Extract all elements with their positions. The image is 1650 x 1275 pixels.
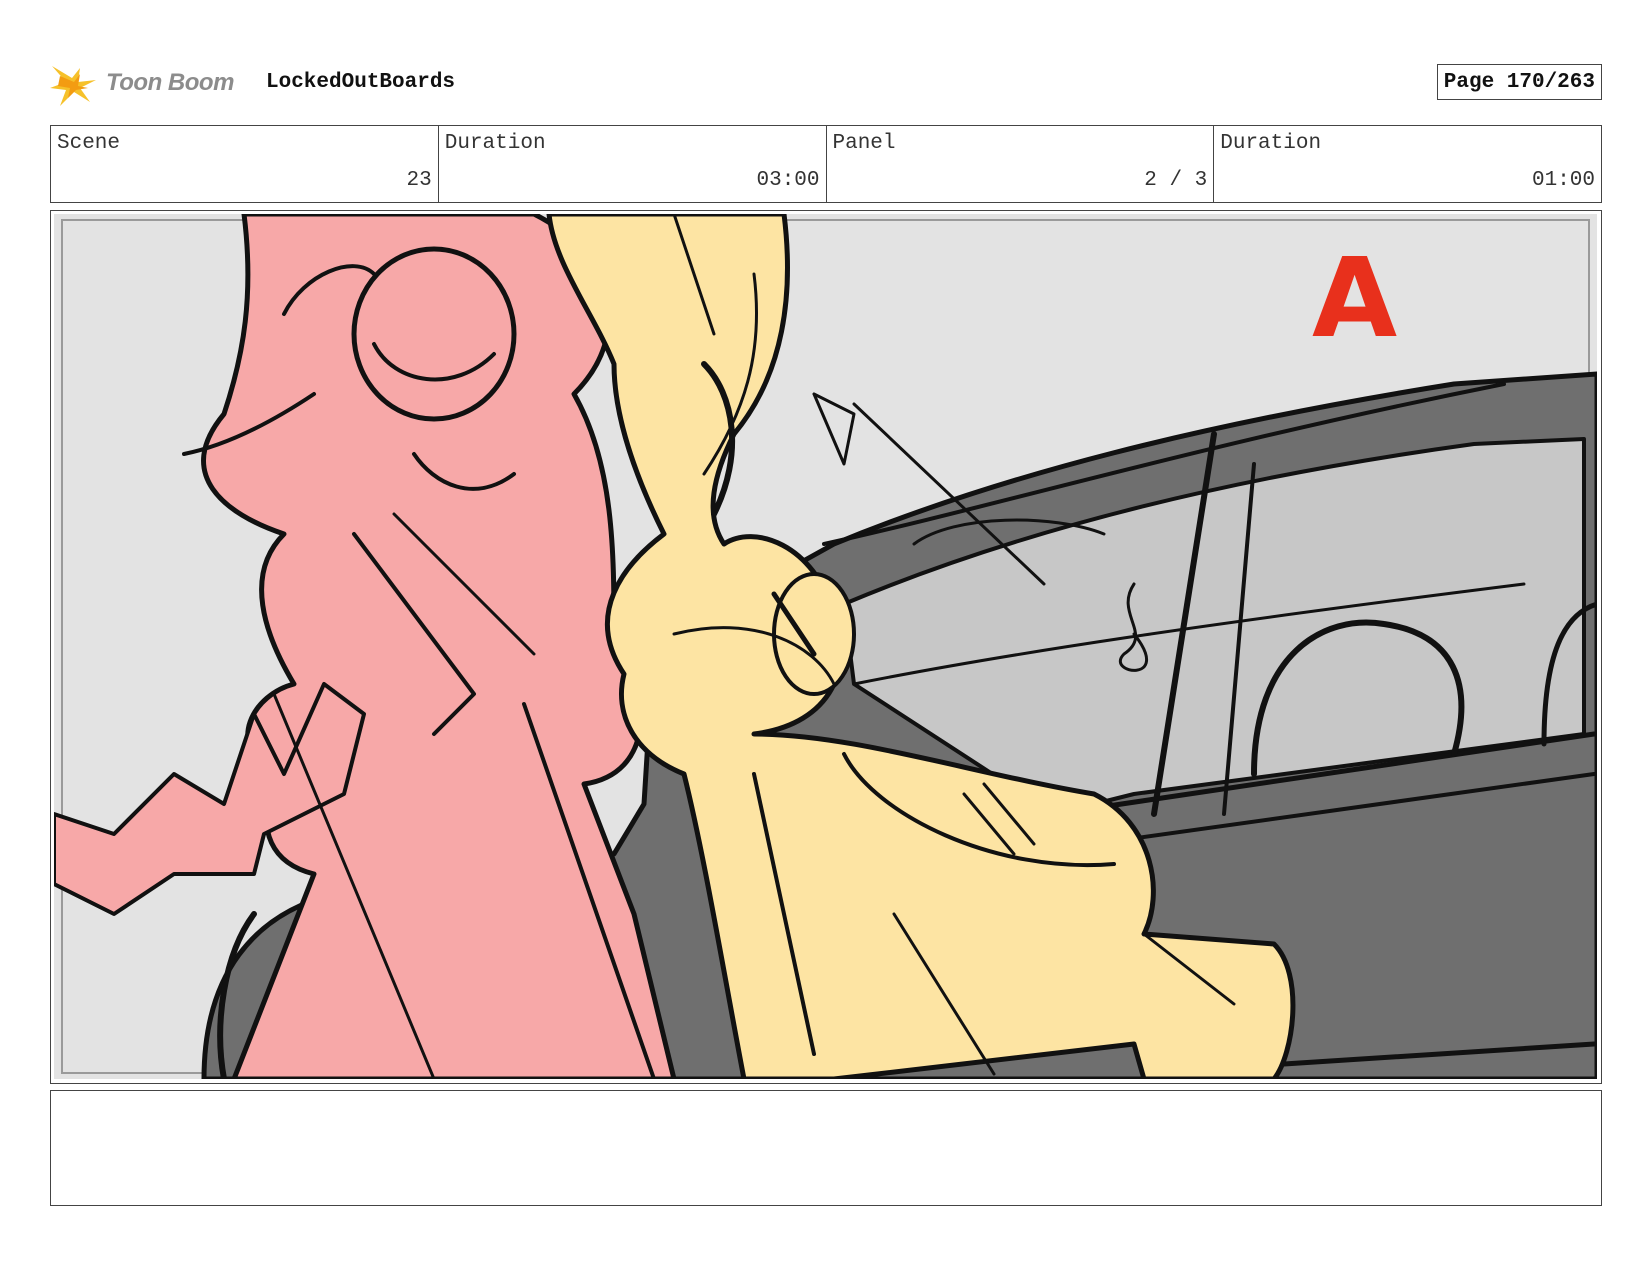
sunburst-icon <box>50 66 96 106</box>
scene-duration-label: Duration <box>444 132 546 155</box>
scene-duration-cell: Duration 03:00 <box>439 126 827 202</box>
storyboard-panel: A <box>50 210 1602 1084</box>
scene-cell: Scene 23 <box>51 126 439 202</box>
panel-duration-value: 01:00 <box>1531 169 1595 192</box>
panel-sketch: A <box>54 214 1597 1079</box>
scene-value: 23 <box>406 169 432 192</box>
panel-duration-label: Duration <box>1220 132 1322 155</box>
panel-duration-cell: Duration 01:00 <box>1214 126 1601 202</box>
toon-boom-logo: Toon Boom <box>50 58 234 108</box>
page-indicator: Page 170/263 <box>1436 64 1602 100</box>
corner-mark: A <box>1312 234 1397 362</box>
scene-label: Scene <box>57 132 121 155</box>
logo-text: Toon Boom <box>106 69 234 96</box>
storyboard-header: Toon Boom LockedOutBoards Page 170/263 <box>50 56 1602 110</box>
panel-cell: Panel 2 / 3 <box>827 126 1215 202</box>
panel-notes <box>50 1090 1602 1206</box>
panel-info-table: Scene 23 Duration 03:00 Panel 2 / 3 Dura… <box>50 125 1602 203</box>
panel-label: Panel <box>832 132 896 155</box>
project-name: LockedOutBoards <box>266 71 456 94</box>
scene-duration-value: 03:00 <box>756 169 820 192</box>
panel-value: 2 / 3 <box>1144 169 1208 192</box>
